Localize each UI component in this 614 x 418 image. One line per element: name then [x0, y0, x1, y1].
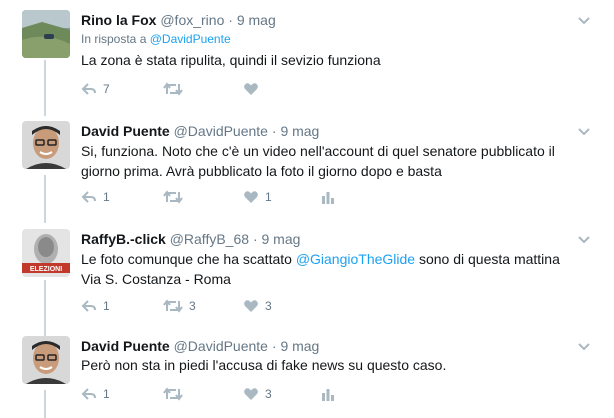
tweet-time[interactable]: 9 mag [280, 123, 319, 139]
reply-icon [81, 83, 96, 95]
tweet[interactable]: David Puente @DavidPuente · 9 mag Però n… [0, 336, 614, 418]
tweet-text-line: Si, funziona. Noto che c'è un video nell… [81, 143, 555, 159]
tweet[interactable]: Rino la Fox @fox_rino · 9 mag In rispost… [0, 10, 614, 110]
retweet-button[interactable] [163, 82, 189, 96]
reply-button[interactable]: 1 [81, 387, 110, 401]
reply-context: In risposta a @DavidPuente [81, 32, 231, 46]
reply-count: 7 [103, 82, 110, 96]
like-button[interactable] [243, 82, 265, 96]
tweet-header: David Puente @DavidPuente · 9 mag [81, 121, 319, 141]
tweet-time[interactable]: 9 mag [262, 231, 301, 247]
avatar[interactable]: ELEZIONI [22, 229, 70, 277]
tweet[interactable]: ELEZIONI RaffyB.-click @RaffyB_68 · 9 ma… [0, 229, 614, 329]
reply-count: 1 [103, 190, 110, 204]
separator-dot: · [271, 338, 277, 354]
retweet-icon [163, 299, 183, 313]
reply-button[interactable]: 1 [81, 299, 110, 313]
reply-button[interactable]: 1 [81, 190, 110, 204]
analytics-button[interactable] [321, 190, 335, 204]
like-count: 3 [265, 299, 272, 313]
avatar[interactable] [22, 10, 70, 58]
tweet-header: RaffyB.-click @RaffyB_68 · 9 mag [81, 229, 300, 249]
like-button[interactable]: 1 [243, 190, 272, 204]
reply-icon [81, 300, 96, 312]
tweet-text-line: giorno prima. Avrà pubblicato la foto il… [81, 163, 442, 179]
like-count: 1 [265, 190, 272, 204]
author-handle[interactable]: @RaffyB_68 [170, 231, 249, 247]
retweet-count: 3 [189, 299, 196, 313]
chevron-down-icon[interactable] [577, 124, 591, 142]
separator-dot: · [271, 123, 277, 139]
reply-count: 1 [103, 387, 110, 401]
author-name[interactable]: David Puente [81, 123, 170, 139]
author-name[interactable]: Rino la Fox [81, 12, 156, 28]
tweet-time[interactable]: 9 mag [280, 338, 319, 354]
retweet-icon [163, 387, 183, 401]
tweet-text-line: Le foto comunque che ha scattato @Giangi… [81, 249, 581, 269]
retweet-button[interactable] [163, 387, 189, 401]
like-icon [244, 191, 258, 203]
tweet-header: Rino la Fox @fox_rino · 9 mag [81, 10, 276, 30]
tweet[interactable]: David Puente @DavidPuente · 9 mag Si, fu… [0, 121, 614, 221]
reply-mention-link[interactable]: @DavidPuente [150, 32, 231, 46]
tweet-text: La zona è stata ripulita, quindi il sevi… [81, 52, 381, 68]
reply-prefix: In risposta a [81, 32, 147, 46]
like-count: 3 [265, 387, 272, 401]
like-button[interactable]: 3 [243, 299, 272, 313]
analytics-icon [322, 192, 334, 204]
like-icon [244, 300, 258, 312]
author-handle[interactable]: @DavidPuente [174, 338, 268, 354]
tweet-text: Però non sta in piedi l'accusa di fake n… [81, 357, 447, 373]
like-icon [244, 388, 258, 400]
tweet-header: David Puente @DavidPuente · 9 mag [81, 336, 319, 356]
author-name[interactable]: RaffyB.-click [81, 231, 166, 247]
tweet-time[interactable]: 9 mag [237, 12, 276, 28]
separator-dot: · [252, 231, 258, 247]
reply-button[interactable]: 7 [81, 82, 110, 96]
tweet-text: Si, funziona. Noto che c'è un video nell… [81, 141, 581, 181]
tweet-text-segment: sono di questa mattina [415, 251, 560, 267]
reply-icon [81, 191, 96, 203]
retweet-button[interactable] [163, 190, 189, 204]
separator-dot: · [228, 12, 233, 28]
tweet-text-line: Via S. Costanza - Roma [81, 271, 231, 287]
tweet-text: Le foto comunque che ha scattato @Giangi… [81, 249, 581, 289]
chevron-down-icon[interactable] [577, 13, 591, 31]
svg-text:ELEZIONI: ELEZIONI [30, 266, 62, 273]
author-name[interactable]: David Puente [81, 338, 170, 354]
analytics-icon [322, 389, 334, 401]
avatar[interactable] [22, 336, 70, 384]
like-button[interactable]: 3 [243, 387, 272, 401]
author-handle[interactable]: @DavidPuente [174, 123, 268, 139]
retweet-icon [163, 190, 183, 204]
reply-icon [81, 388, 96, 400]
like-icon [244, 83, 258, 95]
retweet-button[interactable]: 3 [163, 299, 196, 313]
author-handle[interactable]: @fox_rino [160, 12, 224, 28]
avatar[interactable] [22, 121, 70, 169]
analytics-button[interactable] [321, 387, 335, 401]
tweet-text-segment: Le foto comunque che ha scattato [81, 251, 296, 267]
retweet-icon [163, 82, 183, 96]
chevron-down-icon[interactable] [577, 232, 591, 250]
mention-link[interactable]: @GiangioTheGlide [296, 251, 415, 267]
reply-count: 1 [103, 299, 110, 313]
